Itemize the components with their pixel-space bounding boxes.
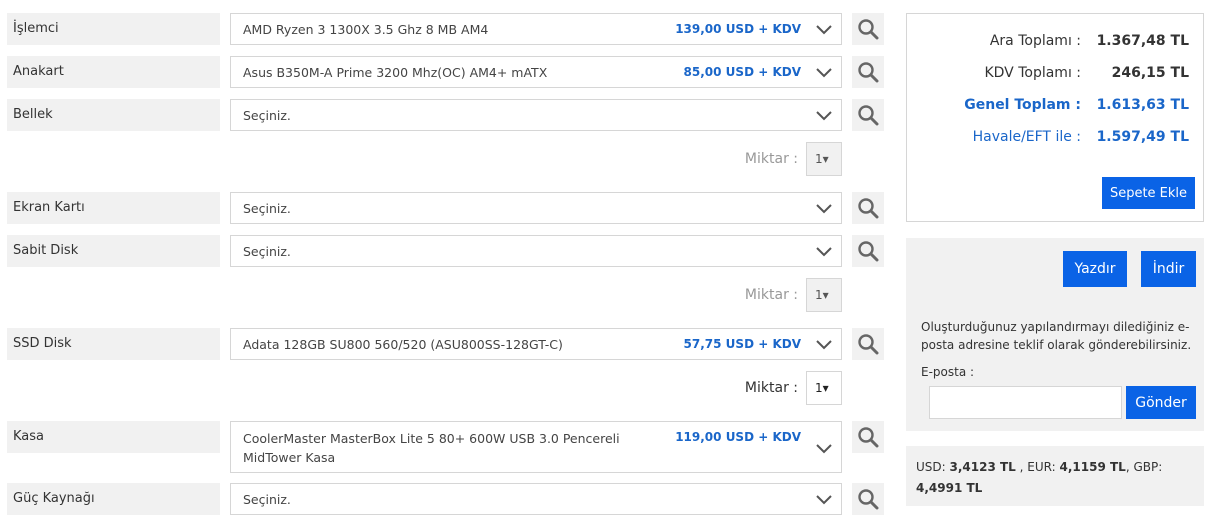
send-button[interactable]: Gönder — [1126, 386, 1196, 419]
selected-value-line2: MidTower Kasa — [243, 450, 336, 465]
selected-value: Asus B350M-A Prime 3200 Mhz(OC) AM4+ mAT… — [243, 65, 548, 80]
quantity-bellek: Miktar : 1▾ — [700, 142, 842, 176]
component-select-anakart[interactable]: Asus B350M-A Prime 3200 Mhz(OC) AM4+ mAT… — [230, 56, 842, 88]
search-button[interactable] — [852, 192, 884, 224]
component-label: Sabit Disk — [7, 235, 220, 267]
component-label: Güç Kaynağı — [7, 483, 220, 515]
transfer-total-label: Havale/EFT ile : — [972, 129, 1081, 145]
grand-total-label: Genel Toplam : — [964, 97, 1081, 113]
chevron-down-icon — [816, 111, 832, 121]
component-label: Kasa — [7, 421, 220, 453]
quantity-label: Miktar : — [744, 287, 798, 303]
selected-value: AMD Ryzen 3 1300X 3.5 Ghz 8 MB AM4 — [243, 22, 489, 37]
price-label: 85,00 USD + KDV — [683, 65, 801, 79]
chevron-down-icon — [816, 25, 832, 35]
transfer-total-value: 1.597,49 TL — [1096, 129, 1189, 145]
quantity-label: Miktar : — [744, 151, 798, 167]
chevron-down-icon — [816, 247, 832, 257]
vat-label: KDV Toplamı : — [984, 65, 1081, 81]
selected-value: Seçiniz. — [243, 492, 291, 507]
chevron-down-icon — [816, 495, 832, 505]
chevron-down-icon — [816, 444, 832, 454]
component-select-guc-kaynagi[interactable]: Seçiniz. — [230, 483, 842, 515]
search-icon — [858, 105, 879, 126]
email-info-text: Oluşturduğunuz yapılandırmayı dilediğini… — [921, 318, 1196, 354]
component-label: İşlemci — [7, 13, 220, 45]
search-button[interactable] — [852, 13, 884, 45]
search-icon — [858, 19, 879, 40]
actions-panel: Yazdır İndir Oluşturduğunuz yapılandırma… — [906, 238, 1204, 431]
grand-total-value: 1.613,63 TL — [1096, 97, 1189, 113]
email-label: E-posta : — [921, 365, 975, 379]
eur-value: 4,1159 TL — [1059, 460, 1126, 474]
eur-label: , EUR: — [1019, 460, 1056, 474]
component-label: Bellek — [7, 99, 220, 131]
search-button[interactable] — [852, 328, 884, 360]
gbp-label: , GBP: — [1125, 460, 1163, 474]
chevron-down-icon — [816, 204, 832, 214]
component-label: SSD Disk — [7, 328, 220, 360]
quantity-select[interactable]: 1▾ — [806, 142, 842, 176]
quantity-sabit-disk: Miktar : 1▾ — [700, 278, 842, 312]
price-label: 119,00 USD + KDV — [675, 430, 801, 444]
search-button[interactable] — [852, 235, 884, 267]
component-select-ssd-disk[interactable]: Adata 128GB SU800 560/520 (ASU800SS-128G… — [230, 328, 842, 360]
vat-value: 246,15 TL — [1111, 65, 1189, 81]
search-icon — [858, 241, 879, 262]
exchange-rates: USD: 3,4123 TL , EUR: 4,1159 TL, GBP: 4,… — [906, 446, 1204, 506]
component-label: Anakart — [7, 56, 220, 88]
search-icon — [858, 334, 879, 355]
quantity-label: Miktar : — [744, 380, 798, 396]
selected-value: Seçiniz. — [243, 201, 291, 216]
price-summary: Ara Toplamı : 1.367,48 TL KDV Toplamı : … — [906, 13, 1204, 222]
selected-value: Seçiniz. — [243, 244, 291, 259]
subtotal-label: Ara Toplamı : — [989, 33, 1081, 49]
gbp-value: 4,4991 TL — [916, 481, 983, 495]
print-button[interactable]: Yazdır — [1063, 251, 1127, 287]
search-button[interactable] — [852, 421, 884, 453]
email-input[interactable] — [929, 386, 1122, 419]
download-button[interactable]: İndir — [1141, 251, 1196, 287]
email-info-line2: posta adresine teklif olarak gönderebili… — [921, 338, 1192, 352]
usd-value: 3,4123 TL — [949, 460, 1016, 474]
price-label: 139,00 USD + KDV — [675, 22, 801, 36]
quantity-select[interactable]: 1▾ — [806, 278, 842, 312]
quantity-ssd-disk: Miktar : 1▾ — [700, 371, 842, 405]
search-icon — [858, 427, 879, 448]
search-button[interactable] — [852, 483, 884, 515]
component-select-sabit-disk[interactable]: Seçiniz. — [230, 235, 842, 267]
component-select-ekran-karti[interactable]: Seçiniz. — [230, 192, 842, 224]
component-select-bellek[interactable]: Seçiniz. — [230, 99, 842, 131]
component-label: Ekran Kartı — [7, 192, 220, 224]
subtotal-value: 1.367,48 TL — [1096, 33, 1189, 49]
component-select-islemci[interactable]: AMD Ryzen 3 1300X 3.5 Ghz 8 MB AM4 139,0… — [230, 13, 842, 45]
selected-value: Adata 128GB SU800 560/520 (ASU800SS-128G… — [243, 337, 563, 352]
search-icon — [858, 489, 879, 510]
quantity-select[interactable]: 1▾ — [806, 371, 842, 405]
search-icon — [858, 198, 879, 219]
usd-label: USD: — [916, 460, 946, 474]
selected-value-line1: CoolerMaster MasterBox Lite 5 80+ 600W U… — [243, 431, 620, 446]
search-button[interactable] — [852, 56, 884, 88]
chevron-down-icon — [816, 340, 832, 350]
add-to-cart-button[interactable]: Sepete Ekle — [1102, 177, 1195, 209]
price-label: 57,75 USD + KDV — [683, 337, 801, 351]
selected-value: Seçiniz. — [243, 108, 291, 123]
chevron-down-icon — [816, 68, 832, 78]
component-select-kasa[interactable]: CoolerMaster MasterBox Lite 5 80+ 600W U… — [230, 421, 842, 473]
email-info-line1: Oluşturduğunuz yapılandırmayı dilediğini… — [921, 320, 1190, 334]
search-icon — [858, 62, 879, 83]
search-button[interactable] — [852, 99, 884, 131]
